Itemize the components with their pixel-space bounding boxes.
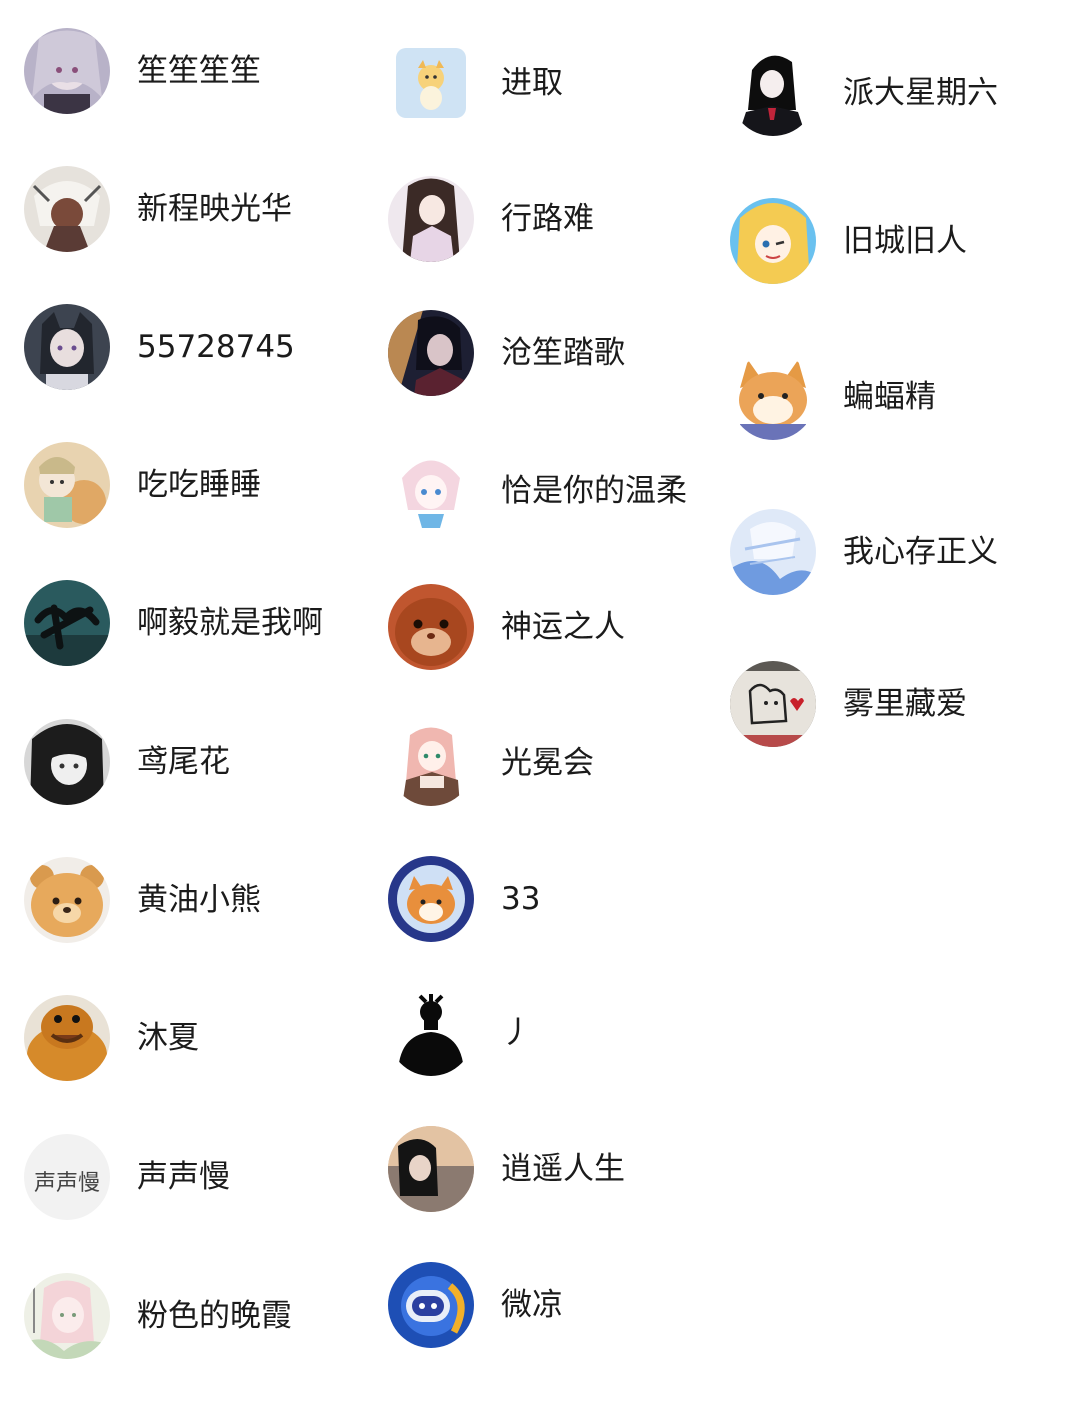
avatar[interactable] [24, 28, 110, 114]
contact-name: 33 [501, 880, 541, 917]
contact-item[interactable]: 蝙蝠精 [730, 352, 1060, 442]
contact-item[interactable]: 33 [388, 854, 718, 944]
contact-item[interactable]: 我心存正义 [730, 507, 1060, 597]
contact-item[interactable]: 微凉 [388, 1260, 718, 1350]
contact-name: 行路难 [501, 200, 594, 237]
contact-name: 粉色的晚霞 [137, 1297, 292, 1334]
avatar[interactable] [388, 448, 474, 534]
avatar[interactable] [388, 176, 474, 262]
contact-item[interactable]: 吃吃睡睡 [24, 440, 354, 530]
contact-item[interactable]: 派大星期六 [730, 48, 1060, 138]
avatar[interactable] [388, 1262, 474, 1348]
avatar[interactable] [24, 580, 110, 666]
contact-item[interactable]: 旧城旧人 [730, 196, 1060, 286]
avatar[interactable] [24, 442, 110, 528]
avatar[interactable] [388, 856, 474, 942]
contact-name: 我心存正义 [843, 533, 998, 570]
contact-name: 吃吃睡睡 [137, 466, 261, 503]
contact-item[interactable]: 沐夏 [24, 993, 354, 1083]
avatar-text: 声声慢 [34, 1171, 100, 1196]
contact-item[interactable]: 声声慢 声声慢 [24, 1132, 354, 1222]
avatar[interactable] [730, 50, 816, 136]
avatar[interactable] [730, 661, 816, 747]
contact-name: 黄油小熊 [137, 881, 261, 918]
avatar[interactable] [24, 304, 110, 390]
avatar[interactable] [730, 354, 816, 440]
contact-item[interactable]: 新程映光华 [24, 164, 354, 254]
contact-name: 55728745 [137, 328, 295, 365]
contact-item[interactable]: 沧笙踏歌 [388, 308, 718, 398]
avatar[interactable] [388, 990, 474, 1076]
contact-item[interactable]: 恰是你的温柔 [388, 446, 718, 536]
contact-name: 进取 [501, 64, 563, 101]
contact-name: 恰是你的温柔 [501, 472, 687, 509]
contact-name: 笙笙笙笙 [137, 52, 261, 89]
contact-name: 沐夏 [137, 1019, 199, 1056]
contact-name: 旧城旧人 [843, 222, 967, 259]
contact-name: 微凉 [501, 1286, 563, 1323]
avatar[interactable] [388, 1126, 474, 1212]
contact-item[interactable]: 光冕会 [388, 718, 718, 808]
avatar[interactable] [24, 857, 110, 943]
contact-name: 啊毅就是我啊 [137, 604, 323, 641]
contact-item[interactable]: 粉色的晚霞 [24, 1271, 354, 1361]
contact-name: 蝙蝠精 [843, 378, 936, 415]
avatar[interactable]: 声声慢 [24, 1134, 110, 1220]
contact-item[interactable]: 55728745 [24, 302, 354, 392]
contact-item[interactable]: 雾里藏爱 [730, 659, 1060, 749]
avatar[interactable] [24, 1273, 110, 1359]
contact-item[interactable]: 啊毅就是我啊 [24, 578, 354, 668]
contact-name: 雾里藏爱 [843, 685, 967, 722]
contact-name: 丿 [501, 1014, 532, 1051]
avatar[interactable] [24, 719, 110, 805]
avatar[interactable] [388, 720, 474, 806]
contact-item[interactable]: 鸢尾花 [24, 717, 354, 807]
avatar[interactable] [396, 48, 466, 118]
avatar[interactable] [24, 166, 110, 252]
contact-name: 神运之人 [501, 608, 625, 645]
contact-item[interactable]: 丿 [388, 988, 718, 1078]
contact-item[interactable]: 黄油小熊 [24, 855, 354, 945]
contact-item[interactable]: 行路难 [388, 174, 718, 264]
avatar[interactable] [24, 995, 110, 1081]
contact-name: 光冕会 [501, 744, 594, 781]
avatar[interactable] [730, 509, 816, 595]
contact-name: 逍遥人生 [501, 1150, 625, 1187]
contact-item[interactable]: 进取 [388, 38, 718, 128]
contact-name: 鸢尾花 [137, 743, 230, 780]
avatar[interactable] [388, 584, 474, 670]
avatar[interactable] [730, 198, 816, 284]
contact-item[interactable]: 逍遥人生 [388, 1124, 718, 1214]
contact-name: 派大星期六 [843, 74, 998, 111]
contact-name: 沧笙踏歌 [501, 334, 625, 371]
contact-name: 新程映光华 [137, 190, 292, 227]
contact-item[interactable]: 笙笙笙笙 [24, 26, 354, 116]
contact-name: 声声慢 [137, 1158, 230, 1195]
contact-item[interactable]: 神运之人 [388, 582, 718, 672]
avatar[interactable] [388, 310, 474, 396]
